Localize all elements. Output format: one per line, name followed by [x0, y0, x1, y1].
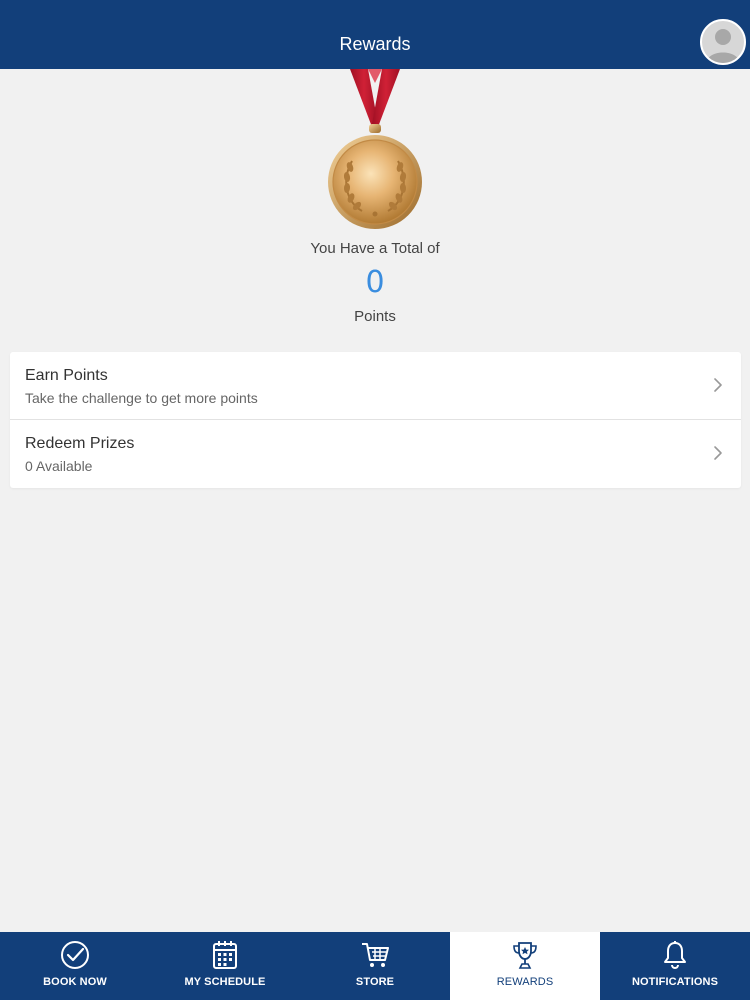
- redeem-prizes-item[interactable]: Redeem Prizes 0 Available: [10, 420, 741, 488]
- app-header: Rewards: [0, 0, 750, 69]
- bottom-tab-bar: BOOK NOW MY SCHEDULE STORE REWARDS NOTIF…: [0, 932, 750, 1000]
- user-icon: [706, 29, 740, 63]
- earn-points-subtitle: Take the challenge to get more points: [25, 390, 258, 406]
- bell-icon: [664, 941, 686, 970]
- chevron-right-icon: [714, 378, 722, 392]
- tab-book-now-label: BOOK NOW: [43, 976, 107, 988]
- check-circle-icon: [61, 941, 89, 969]
- tab-notifications[interactable]: NOTIFICATIONS: [600, 932, 750, 1000]
- tab-my-schedule-label: MY SCHEDULE: [184, 976, 266, 988]
- tab-book-now[interactable]: BOOK NOW: [0, 932, 150, 1000]
- medal-icon: [300, 69, 450, 239]
- calendar-icon: [213, 941, 237, 969]
- tab-store[interactable]: STORE: [300, 932, 450, 1000]
- tab-rewards-label: REWARDS: [496, 976, 554, 988]
- redeem-prizes-title: Redeem Prizes: [25, 435, 135, 452]
- earn-points-item[interactable]: Earn Points Take the challenge to get mo…: [10, 352, 741, 420]
- tab-rewards[interactable]: REWARDS: [450, 932, 600, 1000]
- points-caption: You Have a Total of: [310, 240, 440, 257]
- chevron-right-icon: [714, 446, 722, 460]
- trophy-icon: [513, 942, 537, 969]
- tab-notifications-label: NOTIFICATIONS: [631, 976, 719, 988]
- tab-my-schedule[interactable]: MY SCHEDULE: [150, 932, 300, 1000]
- cart-icon: [362, 943, 389, 967]
- avatar[interactable]: [700, 19, 746, 65]
- points-total: 0: [365, 265, 385, 300]
- rewards-menu: Earn Points Take the challenge to get mo…: [10, 352, 741, 488]
- page-title: Rewards: [339, 34, 411, 54]
- earn-points-title: Earn Points: [25, 367, 108, 384]
- tab-store-label: STORE: [355, 976, 395, 988]
- redeem-prizes-subtitle: 0 Available: [25, 458, 93, 474]
- points-unit: Points: [354, 308, 396, 325]
